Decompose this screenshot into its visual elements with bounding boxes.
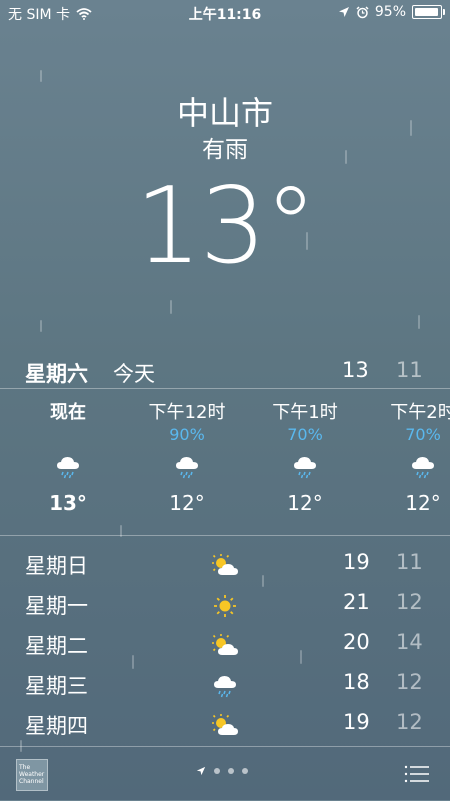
page-dot xyxy=(214,768,220,774)
daily-row: 星期日 19 11 xyxy=(0,548,450,588)
rain-cloud-icon xyxy=(412,457,434,479)
city-name: 中山市 xyxy=(176,94,273,132)
page-dot xyxy=(242,768,248,774)
today-summary: 星期六 今天 13 11 xyxy=(0,356,450,389)
page-indicator[interactable] xyxy=(196,766,248,776)
day-high: 19 xyxy=(343,550,370,574)
hour-temperature: 12° xyxy=(169,491,205,515)
bottom-toolbar: The Weather Channel xyxy=(0,746,450,801)
rain-streak xyxy=(40,70,42,82)
rain-cloud-icon xyxy=(214,676,236,698)
hour-temperature: 12° xyxy=(287,491,323,515)
day-low: 12 xyxy=(396,710,423,734)
alarm-icon xyxy=(356,5,369,18)
rain-cloud-icon xyxy=(294,457,316,479)
hour-column: 下午2时 70% 12° xyxy=(368,395,450,515)
day-name: 星期一 xyxy=(25,594,88,618)
battery-icon xyxy=(412,5,445,19)
weather-condition: 有雨 xyxy=(202,137,248,163)
battery-percent: 95% xyxy=(374,4,406,20)
hourly-forecast[interactable]: 现在 13° 下午12时 90% 12° 下午1时 70% 12° 下午2时 7… xyxy=(0,395,450,536)
hour-temperature: 12° xyxy=(405,491,441,515)
today-weekday: 星期六 xyxy=(25,362,88,386)
rain-cloud-icon xyxy=(57,457,79,479)
day-name: 星期三 xyxy=(25,674,88,698)
current-temperature: 13° xyxy=(134,165,317,287)
day-name: 星期二 xyxy=(25,634,88,658)
day-high: 20 xyxy=(343,630,370,654)
today-low: 11 xyxy=(396,358,423,382)
rain-streak xyxy=(40,320,42,332)
rain-cloud-icon xyxy=(176,457,198,479)
daily-row: 星期四 19 12 xyxy=(0,708,450,748)
day-low: 12 xyxy=(396,670,423,694)
hour-time: 现在 xyxy=(50,402,86,423)
status-bar: 无 SIM 卡 上午11:16 95% xyxy=(0,0,450,24)
hour-column: 下午12时 90% 12° xyxy=(132,395,242,515)
hour-temperature: 13° xyxy=(49,491,87,515)
partly-cloudy-icon xyxy=(212,554,238,575)
hour-time: 下午12时 xyxy=(148,402,226,423)
precip-chance: 90% xyxy=(169,425,205,444)
partly-cloudy-icon xyxy=(212,714,238,735)
day-high: 18 xyxy=(343,670,370,694)
current-location-arrow-icon xyxy=(196,766,206,776)
day-low: 11 xyxy=(396,550,423,574)
hour-column: 下午1时 70% 12° xyxy=(250,395,360,515)
list-icon[interactable] xyxy=(404,765,430,783)
daily-row: 星期二 20 14 xyxy=(0,628,450,668)
rain-streak xyxy=(170,300,172,314)
today-label: 今天 xyxy=(113,362,155,386)
battery-fill xyxy=(415,8,438,16)
precip-chance: 70% xyxy=(405,425,441,444)
day-low: 14 xyxy=(396,630,423,654)
precip-chance xyxy=(13,424,123,446)
precip-chance: 70% xyxy=(287,425,323,444)
day-high: 21 xyxy=(343,590,370,614)
hour-time: 下午2时 xyxy=(390,402,450,423)
daily-row: 星期三 18 12 xyxy=(0,668,450,708)
page-dot xyxy=(228,768,234,774)
daily-row: 星期一 21 12 xyxy=(0,588,450,628)
day-name: 星期四 xyxy=(25,714,88,738)
rain-streak xyxy=(418,315,420,329)
partly-cloudy-icon xyxy=(212,634,238,655)
day-name: 星期日 xyxy=(25,554,88,578)
weather-channel-logo[interactable]: The Weather Channel xyxy=(16,759,48,791)
hour-time: 下午1时 xyxy=(272,402,338,423)
today-high: 13 xyxy=(342,358,369,382)
day-low: 12 xyxy=(396,590,423,614)
sun-icon xyxy=(214,595,236,617)
day-high: 19 xyxy=(343,710,370,734)
hour-column: 现在 13° xyxy=(13,395,123,515)
location-arrow-icon xyxy=(338,7,349,17)
